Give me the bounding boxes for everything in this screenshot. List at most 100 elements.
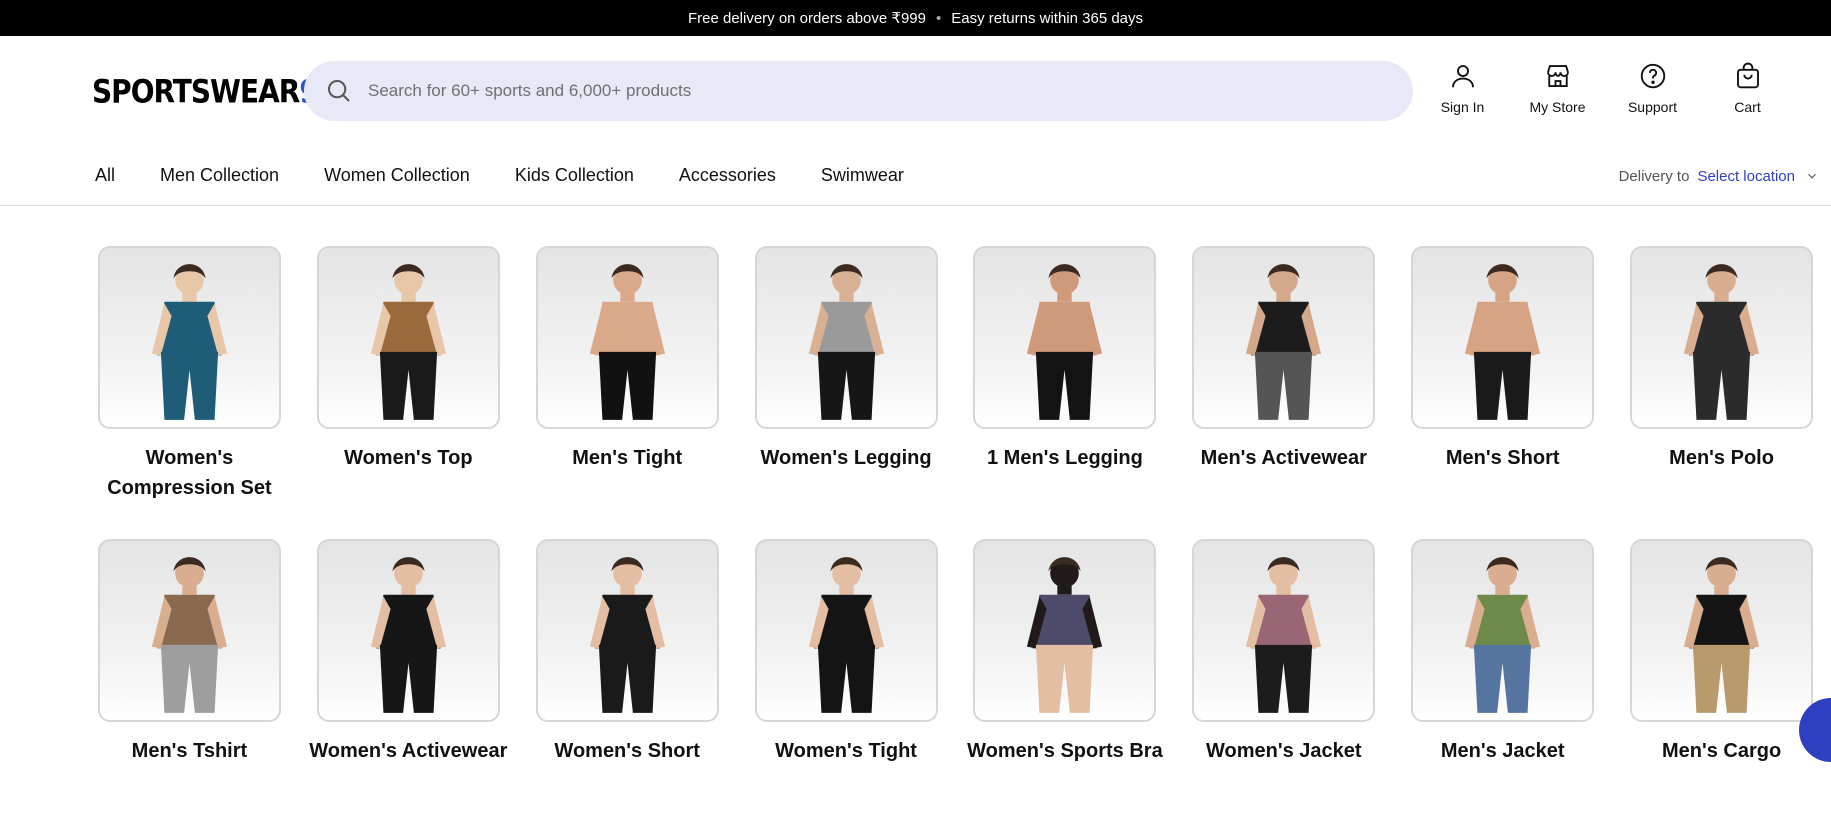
sign-in-button[interactable]: Sign In: [1415, 61, 1510, 115]
nav-item-all[interactable]: All: [95, 165, 115, 186]
model-photo-icon: [808, 264, 884, 420]
category-image: [973, 539, 1157, 722]
select-location-link[interactable]: Select location: [1697, 168, 1795, 185]
category-label: Women's Legging: [760, 447, 932, 469]
category-label: Women's Top: [344, 447, 473, 469]
category-label: 1 Men's Legging: [986, 447, 1143, 469]
category-image: [316, 246, 500, 429]
announcement-bar: Free delivery on orders above ₹999 • Eas…: [0, 0, 1831, 36]
announcement-free-delivery: Free delivery on orders above ₹999: [687, 10, 926, 27]
model-photo-icon: [1027, 264, 1103, 420]
category-tile[interactable]: Women's Jacket: [1174, 539, 1393, 832]
search-icon: [328, 80, 350, 102]
announcement-returns: Easy returns within 365 days: [951, 9, 1144, 27]
category-label: Women's Activewear: [309, 740, 508, 762]
model-photo-icon: [1683, 557, 1760, 713]
chevron-down-icon: [1808, 173, 1816, 179]
category-tile[interactable]: Women's Short: [518, 539, 737, 832]
category-nav: All Men Collection Women Collection Kids…: [0, 146, 1831, 206]
category-image: [1411, 246, 1595, 429]
category-label: Men's Short: [1445, 447, 1560, 469]
category-tile[interactable]: Women's Sports Bra: [956, 539, 1175, 832]
model-photo-icon: [1683, 264, 1760, 420]
model-photo-icon: [589, 557, 665, 713]
category-image: [973, 246, 1157, 429]
nav-item-swimwear[interactable]: Swimwear: [821, 165, 904, 186]
brand-name: SPORTSWEAR: [92, 72, 300, 110]
category-label: Women's Compression Set: [107, 447, 272, 499]
nav-item-accessories[interactable]: Accessories: [679, 165, 776, 186]
user-icon: [1451, 65, 1474, 88]
category-tile[interactable]: Women's Tight: [737, 539, 956, 832]
category-tile[interactable]: Women's Activewear: [299, 539, 518, 832]
category-label: Women's Short: [554, 740, 700, 762]
category-image: [1630, 539, 1814, 722]
model-photo-icon: [808, 557, 884, 713]
model-photo-icon: [370, 557, 446, 713]
search-bar[interactable]: [304, 61, 1413, 121]
support-button[interactable]: Support: [1605, 61, 1700, 115]
delivery-location-selector[interactable]: Delivery to Select location: [1619, 146, 1819, 206]
model-photo-icon: [1027, 557, 1103, 713]
support-label: Support: [1627, 99, 1678, 115]
site-header: SPORTSWEAR9 Sign In My Store Support Car…: [0, 36, 1831, 146]
category-label: Men's Cargo: [1661, 740, 1782, 762]
category-row-2: Men's Tshirt Women's Activewear Women's …: [80, 539, 1831, 832]
cart-button[interactable]: Cart: [1700, 61, 1795, 115]
category-image: [1630, 246, 1814, 429]
category-tile[interactable]: Men's Jacket: [1393, 539, 1612, 832]
model-photo-icon: [1465, 264, 1541, 420]
nav-item-women-collection[interactable]: Women Collection: [324, 165, 470, 186]
model-photo-icon: [1465, 557, 1541, 713]
header-actions: Sign In My Store Support Cart: [1415, 61, 1795, 115]
category-image: [97, 539, 281, 722]
sign-in-label: Sign In: [1440, 99, 1485, 115]
model-photo-icon: [1246, 557, 1322, 713]
category-label: Women's Tight: [775, 740, 917, 762]
store-icon: [1546, 65, 1569, 87]
help-icon: [1640, 63, 1665, 89]
category-grid: Women's Compression Set Women's Top Men'…: [80, 246, 1831, 832]
category-image: [754, 246, 938, 429]
category-tile[interactable]: Men's Activewear: [1174, 246, 1393, 539]
category-label: Women's Jacket: [1206, 740, 1362, 762]
category-tile[interactable]: Women's Top: [299, 246, 518, 539]
category-label: Men's Polo: [1669, 447, 1774, 469]
category-tile[interactable]: Men's Polo: [1612, 246, 1831, 539]
category-image: [1192, 246, 1376, 429]
category-tile[interactable]: Men's Tight: [518, 246, 737, 539]
category-image: [754, 539, 938, 722]
category-image: [1192, 539, 1376, 722]
category-label: Men's Jacket: [1440, 740, 1565, 762]
category-image: [1411, 539, 1595, 722]
my-store-label: My Store: [1529, 99, 1586, 115]
cart-label: Cart: [1734, 99, 1761, 115]
announcement-separator: •: [935, 9, 942, 27]
brand-logo[interactable]: SPORTSWEAR9: [92, 72, 319, 110]
model-photo-icon: [1246, 264, 1322, 420]
category-tile[interactable]: 1 Men's Legging: [956, 246, 1175, 539]
category-label: Men's Activewear: [1200, 447, 1367, 469]
category-label: Men's Tight: [572, 447, 683, 469]
model-photo-icon: [370, 264, 446, 420]
model-photo-icon: [151, 264, 228, 420]
my-store-button[interactable]: My Store: [1510, 61, 1605, 115]
delivery-label: Delivery to: [1618, 167, 1690, 185]
category-row-1: Women's Compression Set Women's Top Men'…: [80, 246, 1831, 539]
nav-item-kids-collection[interactable]: Kids Collection: [515, 165, 634, 186]
search-input[interactable]: [368, 81, 1268, 101]
category-tile[interactable]: Men's Short: [1393, 246, 1612, 539]
category-tile[interactable]: Men's Cargo: [1612, 539, 1831, 832]
category-image: [316, 539, 500, 722]
category-label: Women's Sports Bra: [967, 740, 1163, 762]
category-tile[interactable]: Women's Compression Set: [80, 246, 299, 539]
category-label: Men's Tshirt: [131, 740, 248, 762]
model-photo-icon: [589, 264, 665, 420]
category-tile[interactable]: Men's Tshirt: [80, 539, 299, 832]
category-image: [535, 539, 719, 722]
nav-item-men-collection[interactable]: Men Collection: [160, 165, 279, 186]
category-tile[interactable]: Women's Legging: [737, 246, 956, 539]
category-image: [535, 246, 719, 429]
bag-icon: [1736, 62, 1759, 89]
category-image: [97, 246, 281, 429]
